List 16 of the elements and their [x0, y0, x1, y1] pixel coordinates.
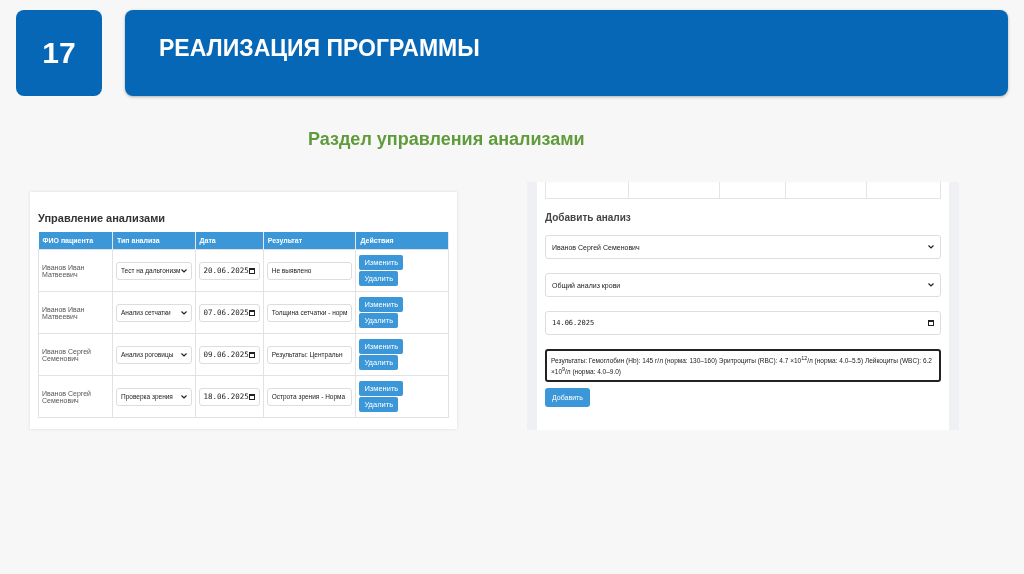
chevron-down-icon	[928, 283, 934, 287]
slide-title: РЕАЛИЗАЦИЯ ПРОГРАММЫ	[159, 34, 480, 62]
calendar-icon	[248, 267, 255, 274]
chevron-down-icon	[180, 394, 187, 399]
calendar-icon	[248, 309, 255, 316]
calendar-icon	[248, 351, 255, 358]
calendar-icon	[248, 393, 255, 400]
chevron-down-icon	[180, 352, 187, 357]
slide-number: 17	[16, 10, 102, 96]
section-heading: Управление анализами	[38, 212, 167, 224]
section-heading: Добавить анализ	[545, 212, 632, 223]
chevron-down-icon	[180, 310, 187, 315]
chevron-down-icon	[928, 245, 934, 249]
chevron-down-icon	[180, 268, 187, 273]
slide-subtitle: Раздел управления анализами	[308, 129, 586, 150]
calendar-icon	[928, 320, 934, 326]
